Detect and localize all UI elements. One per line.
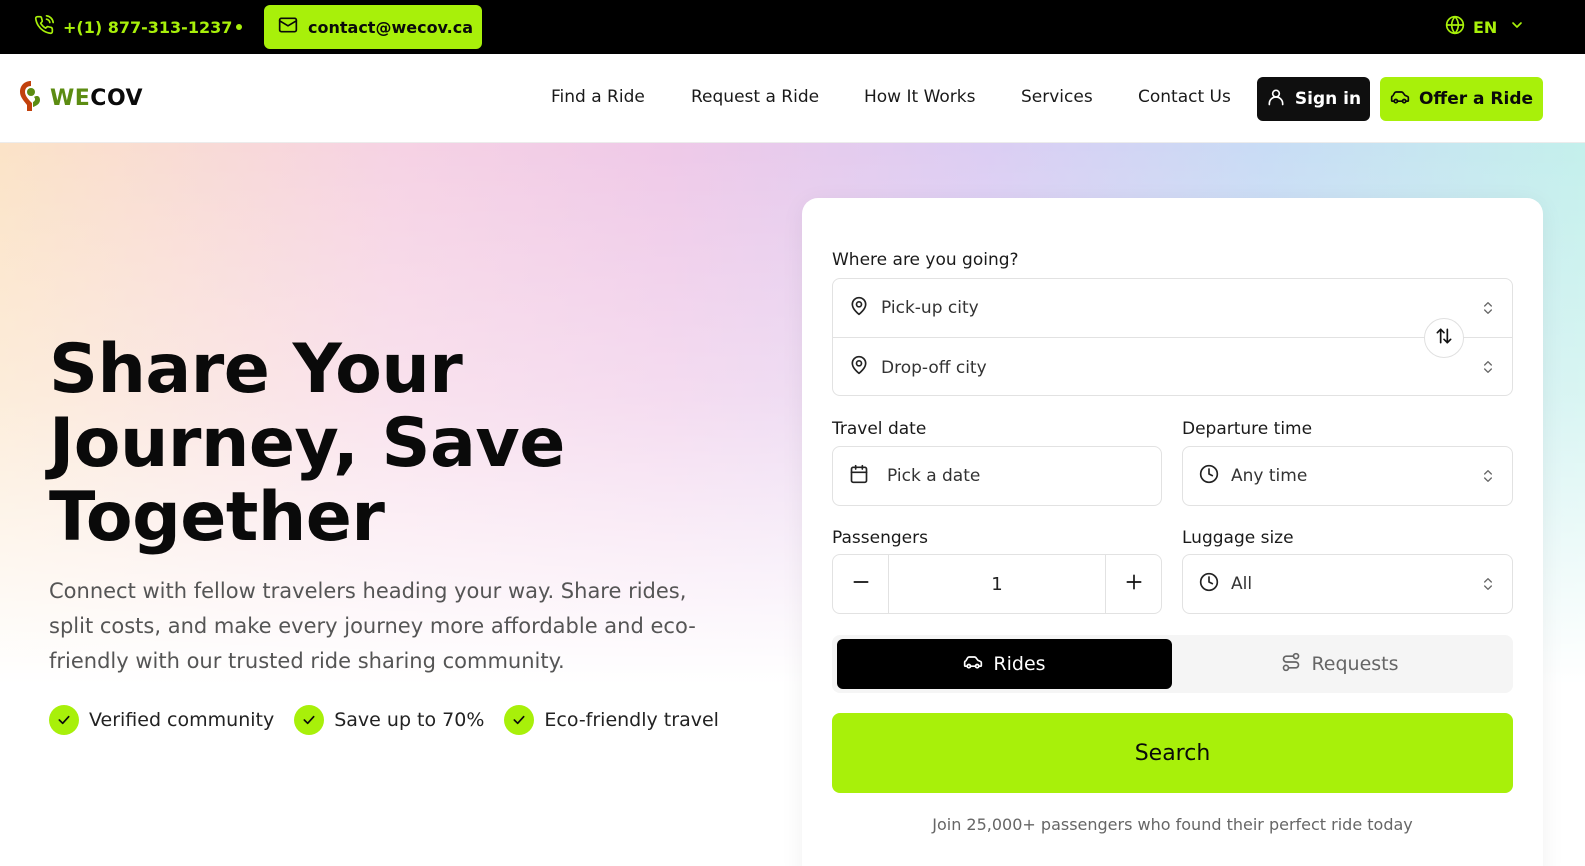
chevrons-up-down-icon: [1480, 300, 1496, 321]
email-text: contact@wecov.ca: [308, 17, 474, 37]
hero-headline: Share Your Journey, Save Together: [49, 330, 565, 557]
route-icon: [1281, 652, 1301, 677]
map-pin-icon: [849, 355, 869, 380]
passengers-stepper: 1: [832, 554, 1162, 614]
dropoff-city-select[interactable]: Drop-off city: [833, 338, 1512, 397]
feature-item: Eco-friendly travel: [504, 705, 719, 735]
swap-arrows-icon: [1434, 326, 1454, 350]
calendar-icon: [849, 464, 869, 489]
feature-label: Verified community: [89, 709, 275, 731]
chevron-down-icon: [1509, 17, 1525, 37]
clock-icon: [1199, 464, 1219, 489]
logo-icon: [18, 79, 44, 117]
search-card: Where are you going? Pick-up city Drop-o…: [802, 198, 1543, 866]
passengers-label: Passengers: [832, 528, 928, 548]
hero-subtext: Connect with fellow travelers heading yo…: [49, 579, 696, 673]
sign-in-button[interactable]: Sign in: [1257, 77, 1370, 121]
departure-time-select[interactable]: Any time: [1182, 446, 1513, 506]
nav-link-find-a-ride[interactable]: Find a Ride: [551, 87, 645, 107]
route-fields: Pick-up city Drop-off city: [832, 278, 1513, 396]
globe-icon: [1445, 15, 1465, 39]
map-pin-icon: [849, 296, 869, 321]
swap-cities-button[interactable]: [1424, 318, 1464, 358]
nav-link-how-it-works[interactable]: How It Works: [864, 87, 975, 107]
chevrons-up-down-icon: [1480, 468, 1496, 489]
hero-section: Share Your Journey, Save Together Connec…: [0, 143, 1585, 866]
check-icon: [294, 705, 325, 735]
nav-link-contact-us[interactable]: Contact Us: [1138, 87, 1231, 107]
tab-requests-label: Requests: [1311, 653, 1399, 675]
search-mode-toggle: Rides Requests: [832, 635, 1513, 693]
phone-link[interactable]: +(1) 877-313-1237: [34, 14, 232, 40]
mail-icon: [278, 15, 298, 39]
departure-time-label: Departure time: [1182, 419, 1313, 439]
feature-item: Save up to 70%: [294, 705, 484, 735]
car-icon: [1390, 87, 1410, 112]
luggage-size-select[interactable]: All: [1182, 554, 1513, 614]
dropoff-placeholder: Drop-off city: [881, 357, 987, 378]
nav-link-services[interactable]: Services: [1021, 87, 1093, 107]
check-icon: [49, 705, 79, 735]
offer-ride-button[interactable]: Offer a Ride: [1380, 77, 1543, 121]
separator-dot: [236, 24, 242, 30]
phone-icon: [34, 15, 55, 39]
minus-icon: [851, 572, 871, 596]
top-bar: +(1) 877-313-1237 contact@wecov.ca EN: [0, 0, 1585, 54]
logo-text: WECOV: [50, 85, 144, 111]
feature-item: Verified community: [49, 705, 274, 735]
logo[interactable]: WECOV: [18, 80, 143, 116]
luggage-size-value: All: [1231, 574, 1253, 594]
tab-rides-label: Rides: [993, 653, 1046, 675]
increase-passengers-button[interactable]: [1105, 555, 1161, 613]
search-button[interactable]: Search: [832, 713, 1513, 793]
feature-label: Eco-friendly travel: [544, 709, 719, 731]
luggage-size-label: Luggage size: [1182, 528, 1294, 548]
feature-list: Verified community Save up to 70% Eco-fr…: [49, 704, 719, 736]
tab-requests[interactable]: Requests: [1172, 639, 1508, 689]
chevrons-up-down-icon: [1480, 576, 1496, 597]
travel-date-picker[interactable]: Pick a date: [832, 446, 1162, 506]
travel-date-placeholder: Pick a date: [887, 466, 981, 486]
tab-rides[interactable]: Rides: [837, 639, 1172, 689]
offer-ride-label: Offer a Ride: [1418, 89, 1534, 109]
pickup-city-select[interactable]: Pick-up city: [833, 279, 1512, 338]
where-label: Where are you going?: [832, 250, 1019, 270]
pickup-placeholder: Pick-up city: [881, 298, 979, 318]
plus-icon: [1124, 572, 1144, 596]
travel-date-label: Travel date: [832, 419, 927, 439]
decrease-passengers-button[interactable]: [833, 555, 889, 613]
check-icon: [504, 705, 535, 735]
passengers-count[interactable]: 1: [889, 555, 1105, 613]
sign-in-label: Sign in: [1294, 89, 1362, 109]
feature-label: Save up to 70%: [334, 709, 485, 731]
car-icon: [963, 652, 983, 677]
language-selector[interactable]: EN: [1445, 14, 1525, 40]
main-nav: WECOV Find a Ride Request a Ride How It …: [0, 54, 1585, 143]
clock-icon: [1199, 572, 1219, 597]
phone-number: +(1) 877-313-1237: [63, 17, 233, 37]
nav-link-request-a-ride[interactable]: Request a Ride: [691, 87, 819, 107]
departure-time-value: Any time: [1231, 466, 1308, 486]
email-button[interactable]: contact@wecov.ca: [264, 5, 482, 49]
chevrons-up-down-icon: [1480, 359, 1496, 380]
social-proof-text: Join 25,000+ passengers who found their …: [932, 815, 1413, 834]
user-icon: [1266, 87, 1286, 112]
language-code: EN: [1473, 17, 1498, 37]
